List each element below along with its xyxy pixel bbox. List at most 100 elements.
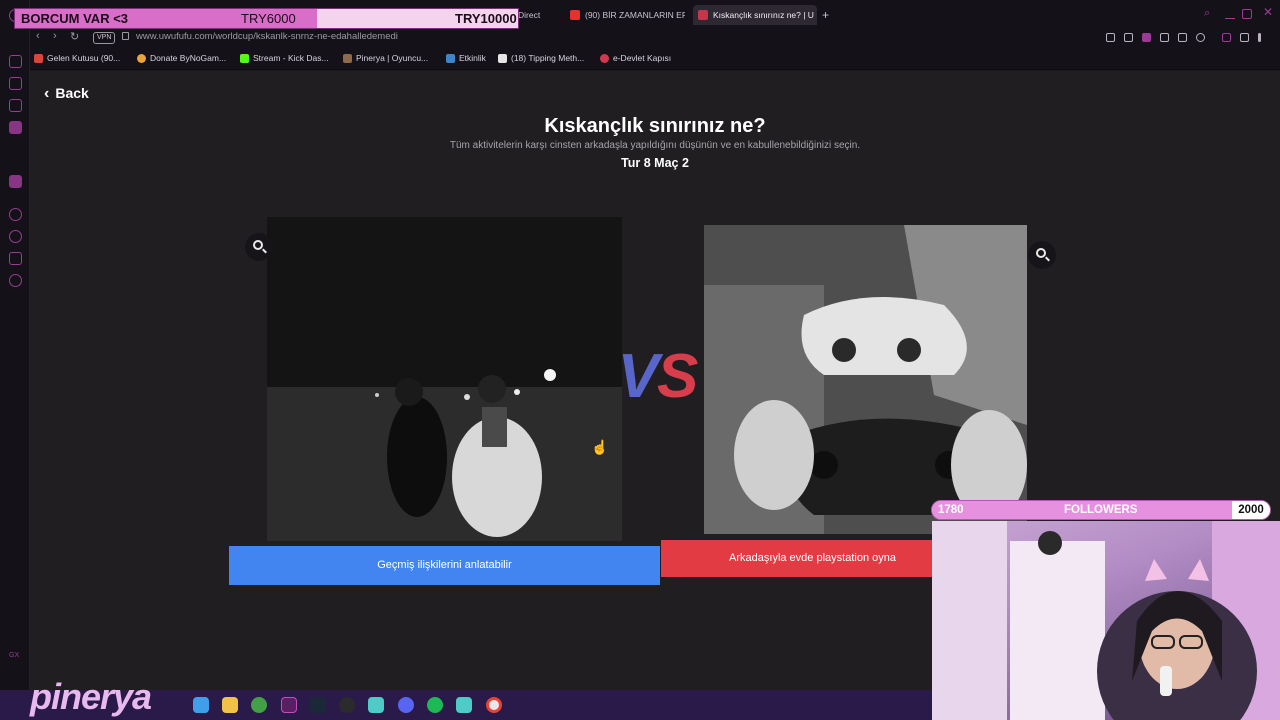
opera-gx-taskbar-icon[interactable]	[281, 697, 297, 713]
vs-s: S	[657, 342, 698, 411]
gmail-icon	[34, 54, 43, 63]
twitch-icon[interactable]	[9, 99, 22, 112]
xbox-icon[interactable]	[251, 697, 267, 713]
pin-icon[interactable]	[1106, 33, 1115, 42]
lock-icon	[122, 32, 129, 40]
bookmark-bynogame[interactable]: Donate ByNoGam...	[137, 53, 226, 63]
tipping-icon	[498, 54, 507, 63]
tab-label: (90) BİR ZAMANLARIN EF	[585, 10, 685, 20]
back-label: Back	[55, 85, 89, 101]
followers-label: FOLLOWERS	[1064, 504, 1138, 516]
donation-current: TRY6000	[241, 11, 296, 26]
new-tab-plus-icon[interactable]: +	[822, 8, 829, 22]
minimize-icon[interactable]	[1225, 9, 1235, 19]
webcam-illustration	[932, 521, 1280, 720]
bynogame-icon	[137, 54, 146, 63]
browser-sidebar: GX	[0, 0, 30, 690]
bookmark-label: Stream - Kick Das...	[253, 53, 329, 63]
vs-v: V	[617, 342, 659, 411]
donation-label: BORCUM VAR <3	[21, 11, 129, 26]
followers-goal: 2000	[1232, 501, 1270, 519]
forward-arrow-icon[interactable]: ›	[53, 30, 57, 42]
maximize-icon[interactable]	[1242, 9, 1252, 19]
right-choice-image[interactable]	[704, 225, 1027, 534]
brand-logo: pinerya	[30, 676, 152, 717]
back-link[interactable]: ‹ Back	[44, 85, 89, 103]
heart-icon[interactable]	[1196, 33, 1205, 42]
bookmarks-bar: Gelen Kutusu (90... Donate ByNoGam... St…	[30, 48, 1280, 70]
vs-label: VS	[607, 341, 707, 412]
bookmark-label: Pinerya | Oyuncu...	[356, 53, 429, 63]
obs-icon[interactable]	[339, 697, 355, 713]
zoom-handle	[262, 248, 267, 254]
donation-goal: TRY10000	[455, 11, 517, 26]
webcam-feed	[932, 521, 1280, 720]
twitch-sidebar-icon[interactable]	[9, 175, 22, 188]
profile-icon[interactable]	[1222, 33, 1231, 42]
bookmark-pinerya[interactable]: Pinerya | Oyuncu...	[343, 53, 428, 63]
download-icon[interactable]	[1240, 33, 1249, 42]
gx-label: GX	[9, 652, 20, 659]
file-explorer-icon[interactable]	[222, 697, 238, 713]
discord-icon[interactable]	[398, 697, 414, 713]
kick-icon[interactable]	[9, 153, 22, 166]
steam-icon[interactable]	[310, 697, 326, 713]
search-tabs-icon[interactable]: ⌕	[1204, 7, 1210, 20]
bookmark-gmail[interactable]: Gelen Kutusu (90...	[34, 53, 120, 63]
app-icon[interactable]	[368, 697, 384, 713]
shield-icon[interactable]	[1142, 33, 1151, 42]
pinerya-icon	[343, 54, 352, 63]
controller-photo-illustration	[704, 225, 1027, 534]
vpn-badge[interactable]: VPN	[93, 32, 116, 44]
chrome-icon[interactable]	[486, 697, 502, 713]
copilot-icon[interactable]	[193, 697, 209, 713]
bookmark-tipping[interactable]: (18) Tipping Meth...	[498, 53, 584, 63]
bookmark-label: Donate ByNoGam...	[150, 53, 227, 63]
zoom-right-button[interactable]	[1028, 241, 1056, 269]
address-bar: ‹ › ↻ VPN www.uwufufu.com/worldcup/kskan…	[30, 28, 1280, 48]
gx-control-icon[interactable]	[9, 55, 22, 68]
reload-icon[interactable]: ↻	[70, 30, 79, 43]
donation-goal-bar: BORCUM VAR <3 TRY6000 TRY10000	[14, 8, 519, 29]
followers-goal-bar: 1780 FOLLOWERS 2000	[931, 500, 1271, 520]
tab-label: Kıskançlık sınırınız ne? | U	[713, 10, 814, 20]
snapshot-icon[interactable]	[1124, 33, 1133, 42]
edevlet-icon	[600, 54, 609, 63]
kick-icon	[240, 54, 249, 63]
right-choice-button[interactable]: Arkadaşıyla evde playstation oyna	[661, 540, 964, 577]
left-choice-image[interactable]	[267, 217, 622, 541]
tab-youtube[interactable]: (90) BİR ZAMANLARIN EF	[565, 5, 685, 25]
app-icon-2[interactable]	[456, 697, 472, 713]
url-field[interactable]: www.uwufufu.com/worldcup/kskanlk-snrnz-n…	[136, 31, 398, 42]
page-subtitle: Tüm aktivitelerin karşı cinsten arkadaşl…	[449, 140, 861, 151]
couple-photo-illustration	[267, 217, 622, 541]
zoom-handle	[1045, 256, 1050, 262]
history-icon[interactable]	[9, 230, 22, 243]
translate-icon[interactable]	[1160, 33, 1169, 42]
tab-label: Direct	[518, 10, 541, 20]
bookmark-etkinlik[interactable]: Etkinlik	[446, 53, 486, 63]
spotify-icon[interactable]	[427, 697, 443, 713]
tab-uwufufu[interactable]: Kıskançlık sınırınız ne? | U	[693, 5, 817, 25]
zoom-left-button[interactable]	[245, 233, 273, 261]
bookmark-kick[interactable]: Stream - Kick Das...	[240, 53, 329, 63]
play-icon[interactable]	[1178, 33, 1187, 42]
page-title: Kıskançlık sınırınız ne?	[544, 115, 766, 137]
bookmark-label: Etkinlik	[459, 53, 486, 63]
chevron-left-icon: ‹	[44, 85, 50, 102]
bookmark-edevlet[interactable]: e-Devlet Kapısı	[600, 53, 671, 63]
menu-dots-icon[interactable]	[1258, 33, 1261, 42]
gx-corner-icon[interactable]	[9, 77, 22, 90]
player-icon[interactable]	[9, 208, 22, 221]
extensions-icon[interactable]	[9, 252, 22, 265]
bookmark-label: Gelen Kutusu (90...	[47, 53, 121, 63]
etkinlik-icon	[446, 54, 455, 63]
close-icon[interactable]: ✕	[1263, 5, 1273, 19]
left-choice-button[interactable]: Geçmiş ilişkilerini anlatabilir	[229, 546, 660, 585]
uwufufu-favicon-icon	[698, 10, 708, 20]
settings-icon[interactable]	[9, 274, 22, 287]
bookmark-label: (18) Tipping Meth...	[511, 53, 585, 63]
round-label: Tur 8 Maç 2	[621, 156, 689, 170]
messenger-icon[interactable]	[9, 121, 22, 134]
back-arrow-icon[interactable]: ‹	[36, 30, 40, 42]
